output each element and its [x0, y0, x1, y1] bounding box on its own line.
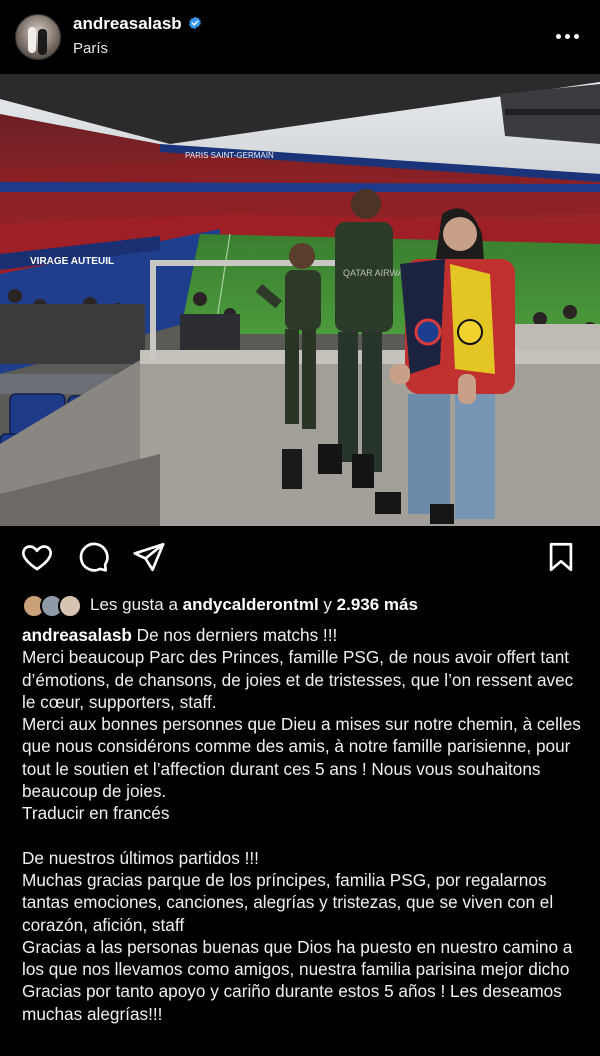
- post-photo[interactable]: PARIS SAINT-GERMAIN VIRAGE AUTEUIL QATAR…: [0, 74, 600, 526]
- heart-icon[interactable]: [20, 540, 54, 574]
- bookmark-icon[interactable]: [544, 540, 578, 574]
- post-location[interactable]: París: [73, 40, 108, 57]
- stadium-photo: PARIS SAINT-GERMAIN VIRAGE AUTEUIL QATAR…: [0, 74, 600, 526]
- likes-connector: y: [323, 595, 332, 614]
- verified-badge-icon: [188, 16, 201, 30]
- stadium-banner-text: PARIS SAINT-GERMAIN: [185, 151, 274, 160]
- caption-paragraph: De nuestros últimos partidos !!!: [22, 847, 259, 868]
- post-header: andreasalasb París: [0, 0, 600, 74]
- post-caption: andreasalasb De nos derniers matchs !!! …: [22, 624, 582, 1025]
- avatar-figure: [28, 27, 36, 53]
- comment-icon[interactable]: [76, 540, 110, 574]
- likes-count[interactable]: 2.936 más: [337, 595, 418, 614]
- caption-username[interactable]: andreasalasb: [22, 625, 132, 645]
- virage-board-text: VIRAGE AUTEUIL: [30, 256, 114, 267]
- caption-paragraph: Merci aux bonnes personnes que Dieu a mi…: [22, 714, 581, 802]
- avatar: [58, 594, 82, 618]
- likes-row[interactable]: Les gusta a andycalderontml y 2.936 más: [22, 592, 582, 618]
- caption-paragraph: Merci beaucoup Parc des Princes, famille…: [22, 647, 574, 712]
- caption-first-line: De nos derniers matchs !!!: [136, 625, 338, 645]
- caption-paragraph: Gracias a las personas buenas que Dios h…: [22, 936, 573, 1024]
- post-actions: [0, 526, 600, 588]
- profile-avatar[interactable]: [15, 14, 61, 60]
- avatar-figure: [38, 29, 47, 55]
- more-horizontal-icon[interactable]: [556, 26, 580, 46]
- likes-prefix: Les gusta a: [90, 595, 178, 614]
- caption-paragraph: Muchas gracias parque de los príncipes, …: [22, 869, 554, 935]
- liker-avatars: [22, 594, 86, 618]
- likes-text: Les gusta a andycalderontml y 2.936 más: [90, 595, 418, 615]
- translate-link[interactable]: Traducir en francés: [22, 802, 582, 824]
- send-icon[interactable]: [132, 540, 166, 574]
- liker-username[interactable]: andycalderontml: [183, 595, 319, 614]
- post-username[interactable]: andreasalasb: [73, 14, 202, 34]
- username-text[interactable]: andreasalasb: [73, 14, 182, 33]
